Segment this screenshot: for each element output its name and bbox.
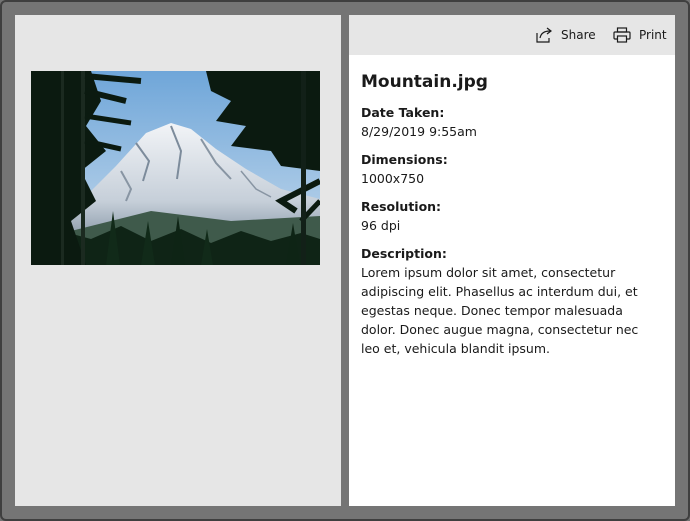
print-button[interactable]: Print	[613, 15, 667, 55]
description-label: Description:	[361, 246, 447, 261]
share-icon	[536, 27, 552, 43]
resolution-field: Resolution: 96 dpi	[361, 198, 661, 235]
file-name-title: Mountain.jpg	[361, 72, 488, 92]
dimensions-label: Dimensions:	[361, 152, 448, 167]
date-taken-label: Date Taken:	[361, 105, 445, 120]
description-value: Lorem ipsum dolor sit amet, consectetur …	[361, 265, 639, 356]
photo-thumbnail[interactable]	[31, 71, 320, 265]
resolution-label: Resolution:	[361, 199, 442, 214]
mountain-photo	[31, 71, 320, 265]
toolbar: Share Print	[349, 15, 675, 55]
share-button[interactable]: Share	[535, 15, 596, 55]
date-taken-field: Date Taken: 8/29/2019 9:55am	[361, 104, 661, 141]
description-field: Description: Lorem ipsum dolor sit amet,…	[361, 245, 661, 358]
date-taken-value: 8/29/2019 9:55am	[361, 124, 477, 139]
image-pane	[15, 15, 341, 506]
file-details: Mountain.jpg Date Taken: 8/29/2019 9:55a…	[361, 71, 661, 368]
details-pane: Share Print Mountain.jpg Date Taken: 8/2…	[349, 15, 675, 506]
print-label: Print	[639, 28, 667, 42]
dimensions-field: Dimensions: 1000x750	[361, 151, 661, 188]
resolution-value: 96 dpi	[361, 218, 401, 233]
share-label: Share	[561, 28, 596, 42]
dimensions-value: 1000x750	[361, 171, 425, 186]
printer-icon	[613, 27, 631, 43]
